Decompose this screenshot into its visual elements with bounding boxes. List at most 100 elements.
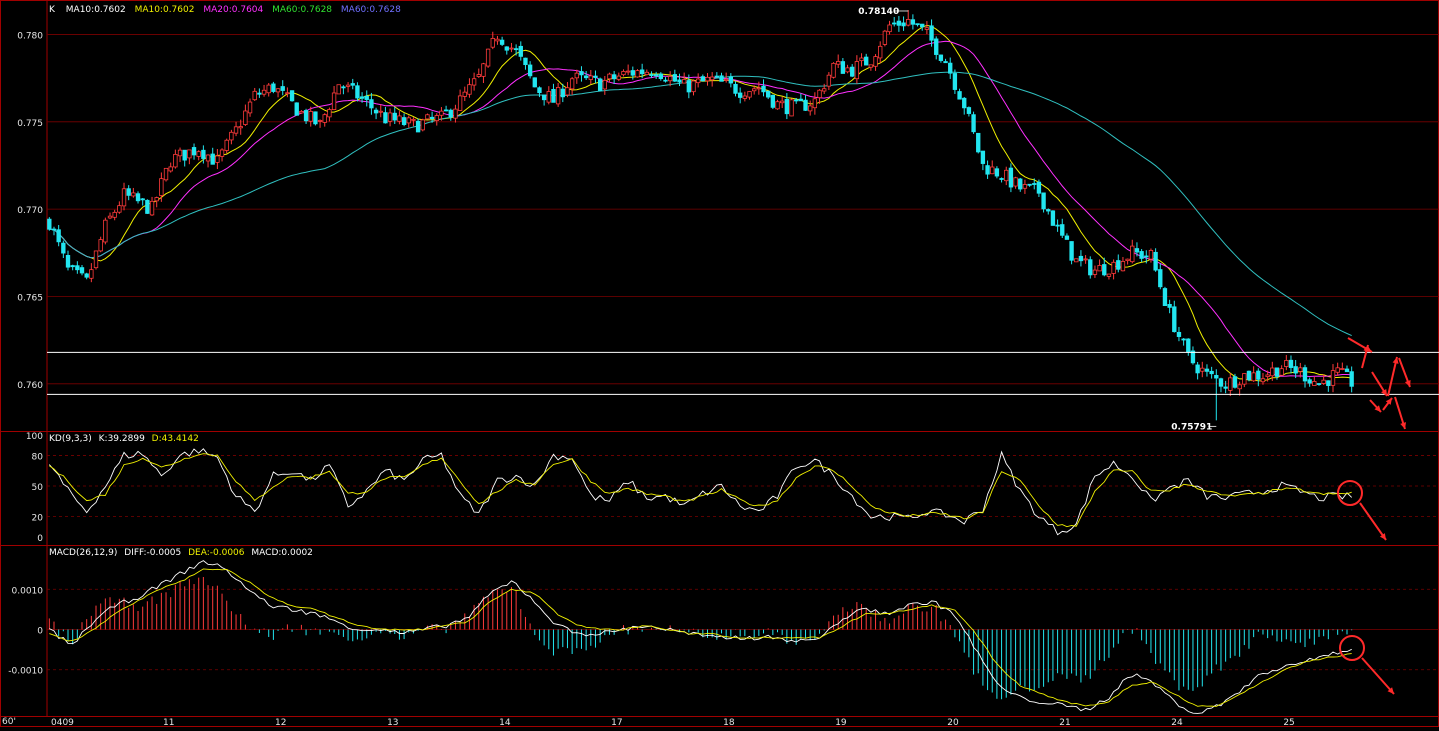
- candle-body: [630, 70, 635, 76]
- candle-body: [1330, 370, 1336, 386]
- candle-body: [448, 109, 453, 118]
- candle-body: [546, 91, 551, 103]
- candle-body: [910, 19, 916, 25]
- price-legend: K MA10:0.7602 MA10:0.7602 MA20:0.7604 MA…: [49, 5, 401, 15]
- candle-body: [1060, 224, 1065, 236]
- candle-body: [457, 95, 463, 111]
- candle-body: [980, 150, 986, 164]
- candle-body: [327, 109, 332, 118]
- candle-body: [850, 66, 855, 77]
- candle-body: [798, 98, 804, 102]
- candle-body: [1111, 261, 1116, 274]
- candle-body: [705, 76, 710, 82]
- candle-body: [1223, 386, 1228, 389]
- candle-body: [789, 99, 794, 117]
- candle-body: [79, 267, 85, 274]
- candle-body: [369, 99, 374, 109]
- candle-body: [163, 167, 169, 181]
- candle-body: [962, 97, 967, 109]
- candle-body: [336, 84, 341, 95]
- candle-body: [840, 61, 846, 74]
- candle-body: [1349, 371, 1354, 387]
- candle-body: [518, 45, 523, 57]
- candle-body: [537, 87, 542, 94]
- candle-body: [271, 83, 276, 92]
- candle-body: [425, 114, 430, 120]
- candle-body: [1088, 259, 1093, 276]
- candle-body: [121, 188, 127, 207]
- candle-body: [560, 88, 565, 98]
- candle-body: [999, 178, 1004, 180]
- candle-body: [495, 38, 500, 42]
- forex-chart-window[interactable]: 0.780 0.775 0.770 0.765 0.760 0409 11 12 13 14 17 1…: [0, 0, 1439, 728]
- candle-body: [1214, 375, 1219, 379]
- candle-body: [551, 88, 556, 103]
- legend-kd-title: KD(9,3,3): [49, 434, 92, 444]
- x-tick-label: 17: [611, 718, 622, 727]
- candle-body: [467, 84, 472, 95]
- candle-body: [920, 23, 925, 28]
- candle-body: [1022, 184, 1028, 189]
- candle-body: [803, 99, 808, 111]
- candle-body: [98, 239, 103, 252]
- candle-body: [854, 61, 860, 80]
- candle-body: [1218, 378, 1224, 387]
- candle-body: [681, 79, 687, 84]
- candle-body: [667, 76, 673, 82]
- candle-body: [1209, 370, 1214, 375]
- projection-arrow: [1359, 502, 1387, 541]
- candle-body: [780, 100, 785, 104]
- candle-body: [1312, 381, 1317, 386]
- candle-body: [859, 57, 864, 62]
- candle-body: [882, 30, 888, 45]
- legend-ma60-a: MA60:0.7628: [272, 5, 332, 15]
- candle-body: [639, 69, 645, 75]
- candle-body: [994, 168, 1000, 177]
- candle-body: [1125, 258, 1130, 261]
- candle-body: [513, 48, 519, 51]
- candle-body: [345, 84, 351, 87]
- candle-body: [107, 215, 113, 219]
- candle-body: [364, 95, 369, 100]
- candle-body: [1162, 288, 1168, 307]
- x-tick-label: 20: [947, 718, 959, 727]
- candle-body: [1130, 245, 1135, 263]
- candle-body: [1270, 367, 1275, 377]
- candle-body: [812, 98, 818, 109]
- candle-body: [775, 101, 780, 110]
- macd-tick-label: 0.0010: [12, 586, 44, 596]
- candle-body: [607, 73, 612, 80]
- ma10-line: [49, 24, 1352, 382]
- candle-body: [836, 61, 841, 65]
- macd-indicator-layer: [48, 560, 1353, 714]
- candle-body: [901, 22, 906, 27]
- candle-body: [952, 73, 958, 90]
- candle-body: [406, 117, 411, 124]
- candle-body: [117, 205, 122, 213]
- candle-body: [1232, 376, 1238, 388]
- candle-body: [238, 126, 243, 129]
- candle-body: [1092, 269, 1098, 275]
- candle-body: [75, 265, 80, 271]
- candle-body: [1302, 367, 1308, 382]
- candle-body: [215, 155, 220, 163]
- chart-canvas[interactable]: 0.780 0.775 0.770 0.765 0.760 0409 11 12 13 14 17 1…: [0, 0, 1439, 728]
- macd-tick-label: 0: [37, 626, 43, 636]
- candle-body: [70, 265, 75, 268]
- candle-body: [1139, 251, 1144, 259]
- candle-body: [719, 75, 724, 82]
- candle-body: [532, 77, 537, 88]
- candlestick-layer: [47, 9, 1354, 421]
- candle-body: [145, 199, 150, 214]
- candle-body: [653, 74, 659, 77]
- candle-body: [1027, 183, 1032, 186]
- candle-body: [1074, 258, 1079, 263]
- candle-body: [766, 90, 771, 98]
- candle-body: [1195, 364, 1200, 374]
- moving-average-layer: [49, 24, 1352, 382]
- candle-body: [504, 46, 509, 51]
- candle-body: [1237, 384, 1242, 390]
- candle-body: [1046, 209, 1051, 212]
- kd-tick-label: 80: [32, 452, 44, 462]
- candle-body: [1298, 367, 1303, 372]
